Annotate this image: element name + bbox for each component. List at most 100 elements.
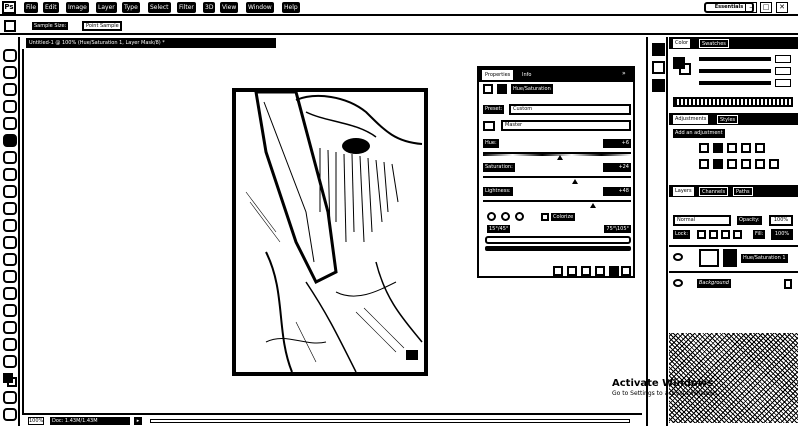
lightness-value-input[interactable]: +48 <box>603 187 631 196</box>
levels-icon[interactable] <box>713 143 723 153</box>
layer-visibility-eye-icon[interactable] <box>673 253 683 261</box>
menu-view[interactable]: View <box>220 2 239 13</box>
eyedropper-tool-icon-active[interactable] <box>3 134 17 147</box>
hue-saturation-adj-icon[interactable] <box>699 159 709 169</box>
layer-name[interactable]: Hue/Saturation 1 <box>741 254 788 263</box>
color-panel-foreground-swatch[interactable] <box>673 57 685 69</box>
preset-select[interactable]: Custom <box>509 104 631 115</box>
blue-value-input[interactable] <box>775 79 791 87</box>
tab-info[interactable]: Info <box>519 70 535 80</box>
eyedropper-icon[interactable] <box>487 212 496 221</box>
trash-icon[interactable] <box>621 266 631 276</box>
color-ramp[interactable] <box>673 97 793 107</box>
saturation-slider[interactable] <box>483 176 631 184</box>
crop-tool-icon[interactable] <box>3 117 17 130</box>
menu-image[interactable]: Image <box>66 2 89 13</box>
minimize-button[interactable]: – <box>745 2 757 13</box>
background-layer-name[interactable]: Background <box>697 279 731 288</box>
eraser-tool-icon[interactable] <box>3 219 17 232</box>
curves-icon[interactable] <box>727 143 737 153</box>
blue-slider[interactable] <box>699 81 771 85</box>
tab-adjustments[interactable]: Adjustments <box>673 115 709 124</box>
brightness-contrast-icon[interactable] <box>699 143 709 153</box>
red-value-input[interactable] <box>775 55 791 63</box>
reset-icon[interactable] <box>581 266 591 276</box>
lightness-slider-thumb[interactable] <box>589 203 596 208</box>
clip-to-layer-icon[interactable] <box>553 266 563 276</box>
brush-tool-icon[interactable] <box>3 168 17 181</box>
lightness-slider[interactable] <box>483 200 631 208</box>
hue-value-input[interactable]: +6 <box>603 139 631 148</box>
collapse-icon[interactable]: » <box>622 70 630 78</box>
healing-brush-tool-icon[interactable] <box>3 151 17 164</box>
input-spectrum-bar[interactable] <box>485 236 631 244</box>
layer-mask-thumbnail[interactable] <box>723 249 737 267</box>
shape-tool-icon[interactable] <box>3 338 17 351</box>
tab-swatches[interactable]: Swatches <box>699 39 729 48</box>
pen-tool-icon[interactable] <box>3 287 17 300</box>
marquee-tool-icon[interactable] <box>3 66 17 79</box>
eyedropper-tool-icon[interactable] <box>4 20 16 32</box>
saturation-value-input[interactable]: +24 <box>603 163 631 172</box>
info-panel-icon[interactable] <box>652 79 665 92</box>
quick-mask-icon[interactable] <box>3 391 17 404</box>
type-tool-icon[interactable] <box>3 304 17 317</box>
hue-slider[interactable] <box>483 152 631 160</box>
status-menu-arrow-icon[interactable]: ▸ <box>134 417 142 425</box>
layer-row-background[interactable]: Background <box>669 271 798 295</box>
lock-pixels-icon[interactable] <box>709 230 718 239</box>
menu-help[interactable]: Help <box>282 2 300 13</box>
delete-icon[interactable] <box>609 266 619 276</box>
tab-styles[interactable]: Styles <box>717 115 739 124</box>
green-slider[interactable] <box>699 69 771 73</box>
view-previous-icon[interactable] <box>567 266 577 276</box>
blur-tool-icon[interactable] <box>3 253 17 266</box>
hue-slider-thumb[interactable] <box>556 155 563 160</box>
properties-panel-icon[interactable] <box>652 61 665 74</box>
move-tool-icon[interactable] <box>3 49 17 62</box>
color-swatches[interactable] <box>3 373 17 387</box>
tab-layers[interactable]: Layers <box>673 187 694 196</box>
target-adjust-hand-icon[interactable] <box>483 121 495 131</box>
photo-filter-icon[interactable] <box>741 159 751 169</box>
opacity-input[interactable]: 100% <box>769 215 793 226</box>
blend-mode-select[interactable]: Normal <box>673 215 731 226</box>
lock-position-icon[interactable] <box>721 230 730 239</box>
lock-all-icon[interactable] <box>733 230 742 239</box>
path-select-tool-icon[interactable] <box>3 321 17 334</box>
exposure-icon[interactable] <box>741 143 751 153</box>
menu-type[interactable]: Type <box>122 2 140 13</box>
sample-size-select[interactable]: Point Sample <box>82 21 122 31</box>
foreground-color-swatch[interactable] <box>3 373 13 383</box>
vibrance-icon[interactable] <box>755 143 765 153</box>
color-balance-icon[interactable] <box>713 159 723 169</box>
tab-channels[interactable]: Channels <box>699 187 729 196</box>
history-panel-icon[interactable] <box>652 43 665 56</box>
layer-mask-icon[interactable] <box>497 84 507 94</box>
tab-paths[interactable]: Paths <box>733 187 753 196</box>
horizontal-scrollbar[interactable] <box>150 419 630 423</box>
menu-3d[interactable]: 3D <box>203 2 216 13</box>
black-white-icon[interactable] <box>727 159 737 169</box>
eyedropper-minus-icon[interactable] <box>515 212 524 221</box>
menu-select[interactable]: Select <box>148 2 171 13</box>
history-brush-tool-icon[interactable] <box>3 202 17 215</box>
layer-row-hue-saturation[interactable]: Hue/Saturation 1 <box>669 245 798 269</box>
color-lookup-icon[interactable] <box>769 159 779 169</box>
menu-window[interactable]: Window <box>246 2 274 13</box>
eyedropper-plus-icon[interactable] <box>501 212 510 221</box>
red-slider[interactable] <box>699 57 771 61</box>
document-tab[interactable]: Untitled-1 @ 100% (Hue/Saturation 1, Lay… <box>26 38 276 48</box>
close-button[interactable]: ✕ <box>776 2 788 13</box>
lasso-tool-icon[interactable] <box>3 83 17 96</box>
tab-properties[interactable]: Properties <box>482 70 514 80</box>
quick-select-tool-icon[interactable] <box>3 100 17 113</box>
tab-color[interactable]: Color <box>673 39 691 48</box>
menu-file[interactable]: File <box>24 2 39 13</box>
visibility-eye-icon[interactable] <box>595 266 605 276</box>
menu-edit[interactable]: Edit <box>43 2 59 13</box>
channel-mixer-icon[interactable] <box>755 159 765 169</box>
green-value-input[interactable] <box>775 67 791 75</box>
colorize-checkbox[interactable] <box>541 213 549 221</box>
screen-mode-icon[interactable] <box>3 408 17 421</box>
